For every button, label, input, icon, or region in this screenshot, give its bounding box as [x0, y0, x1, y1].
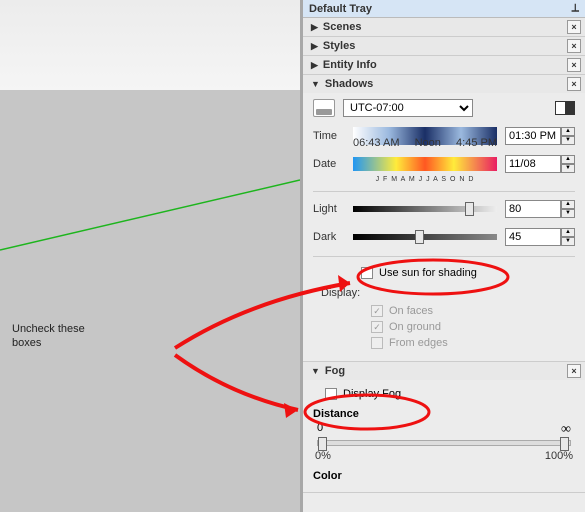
- month-ticks: J F M A M J J A S O N D: [353, 176, 497, 183]
- scenes-section-header[interactable]: ▶ Scenes ×: [303, 18, 585, 36]
- on-ground-checkbox: ✓: [371, 321, 383, 333]
- light-input[interactable]: [505, 200, 561, 218]
- sun-toggle-icon[interactable]: [555, 101, 575, 115]
- date-input[interactable]: [505, 155, 561, 173]
- shadows-label: Shadows: [325, 78, 373, 90]
- from-edges-checkbox: [371, 337, 383, 349]
- ground-edge: [0, 0, 300, 512]
- time-input[interactable]: [505, 127, 561, 145]
- pin-icon[interactable]: ⟂: [572, 2, 579, 15]
- use-sun-label: Use sun for shading: [379, 267, 477, 279]
- on-faces-label: On faces: [389, 305, 433, 317]
- fog-section-header[interactable]: ▼ Fog ×: [303, 362, 585, 380]
- spin-down-icon[interactable]: ▼: [561, 136, 575, 145]
- spin-up-icon[interactable]: ▲: [561, 155, 575, 164]
- date-slider[interactable]: J F M A M J J A S O N D: [353, 157, 497, 171]
- close-icon[interactable]: ×: [567, 364, 581, 378]
- shadow-toggle-icon[interactable]: [313, 99, 335, 117]
- on-faces-checkbox: ✓: [371, 305, 383, 317]
- close-icon[interactable]: ×: [567, 58, 581, 72]
- time-slider[interactable]: 06:43 AM Noon 4:45 PM: [353, 127, 497, 145]
- chevron-right-icon: ▶: [311, 22, 318, 33]
- light-slider[interactable]: [353, 206, 497, 212]
- close-icon[interactable]: ×: [567, 20, 581, 34]
- entity-info-label: Entity Info: [323, 59, 377, 71]
- distance-min: 0: [317, 422, 323, 438]
- fog-label: Fog: [325, 365, 345, 377]
- dark-slider[interactable]: [353, 234, 497, 240]
- on-ground-label: On ground: [389, 321, 441, 333]
- light-label: Light: [313, 203, 345, 215]
- spin-down-icon[interactable]: ▼: [561, 237, 575, 246]
- chevron-down-icon: ▼: [311, 366, 320, 376]
- styles-label: Styles: [323, 40, 355, 52]
- spin-up-icon[interactable]: ▲: [561, 127, 575, 136]
- spin-down-icon[interactable]: ▼: [561, 209, 575, 218]
- date-label: Date: [313, 158, 345, 170]
- close-icon[interactable]: ×: [567, 77, 581, 91]
- distance-label: Distance: [313, 402, 575, 422]
- dark-label: Dark: [313, 231, 345, 243]
- tray-title-bar[interactable]: Default Tray ⟂: [303, 0, 585, 18]
- time-label: Time: [313, 130, 345, 142]
- display-label: Display:: [313, 281, 575, 303]
- distance-tick-max: 100%: [545, 450, 573, 462]
- chevron-right-icon: ▶: [311, 41, 318, 52]
- display-fog-checkbox[interactable]: [325, 388, 337, 400]
- from-edges-label: From edges: [389, 337, 448, 349]
- time-tick: 4:45 PM: [456, 137, 497, 147]
- entity-info-section-header[interactable]: ▶ Entity Info ×: [303, 56, 585, 74]
- use-sun-checkbox[interactable]: [361, 267, 373, 279]
- spin-up-icon[interactable]: ▲: [561, 200, 575, 209]
- display-fog-label: Display Fog: [343, 388, 401, 400]
- fog-color-label: Color: [313, 462, 575, 482]
- styles-section-header[interactable]: ▶ Styles ×: [303, 37, 585, 55]
- distance-tick-min: 0%: [315, 450, 331, 462]
- default-tray-panel: Default Tray ⟂ ▶ Scenes × ▶ Styles × ▶ E…: [300, 0, 585, 512]
- tray-title-text: Default Tray: [309, 3, 372, 15]
- chevron-down-icon: ▼: [311, 79, 320, 89]
- timezone-select[interactable]: UTC-07:00: [343, 99, 473, 117]
- scenes-label: Scenes: [323, 21, 362, 33]
- distance-slider[interactable]: [317, 440, 571, 446]
- dark-input[interactable]: [505, 228, 561, 246]
- spin-up-icon[interactable]: ▲: [561, 228, 575, 237]
- chevron-right-icon: ▶: [311, 60, 318, 71]
- shadows-section-header[interactable]: ▼ Shadows ×: [303, 75, 585, 93]
- annotation-text: Uncheck these boxes: [12, 322, 85, 351]
- time-tick: 06:43 AM: [353, 137, 399, 147]
- distance-max: ∞: [561, 422, 571, 438]
- spin-down-icon[interactable]: ▼: [561, 164, 575, 173]
- viewport-3d[interactable]: [0, 0, 300, 512]
- close-icon[interactable]: ×: [567, 39, 581, 53]
- time-tick: Noon: [415, 137, 441, 147]
